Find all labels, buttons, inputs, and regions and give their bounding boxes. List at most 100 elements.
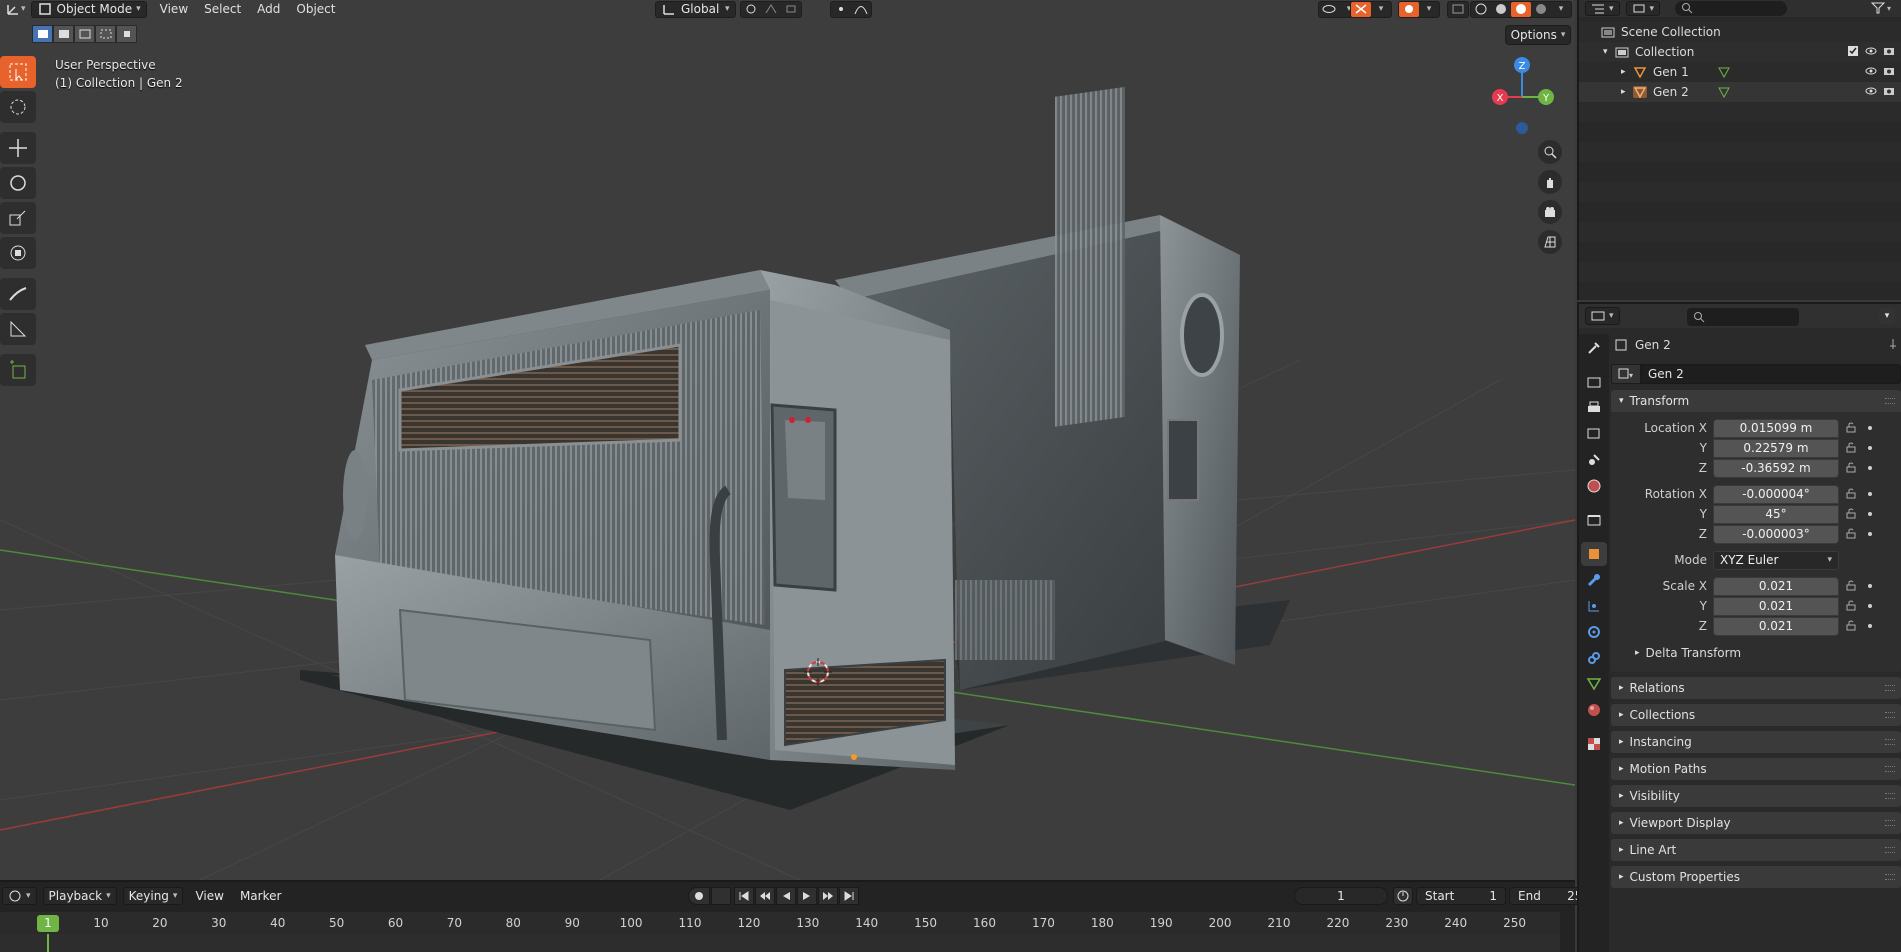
- keyframe-dot-icon[interactable]: [1868, 624, 1872, 628]
- editor-type-button[interactable]: ▾: [0, 1, 31, 18]
- object-name-input[interactable]: Gen 2: [1641, 364, 1901, 384]
- preview-range-button[interactable]: [1393, 887, 1413, 905]
- location-y-field[interactable]: 0.22579 m: [1713, 438, 1839, 458]
- keyframe-dot-icon[interactable]: [1868, 466, 1872, 470]
- checkbox-icon[interactable]: [1847, 45, 1859, 57]
- overlay-toggle-group[interactable]: ▾: [1398, 0, 1440, 18]
- tab-render[interactable]: [1581, 370, 1607, 394]
- tab-tool[interactable]: [1581, 336, 1607, 360]
- scale-y-field[interactable]: 0.021: [1713, 596, 1839, 616]
- tab-world[interactable]: [1581, 474, 1607, 498]
- eye-icon[interactable]: [1865, 85, 1877, 97]
- transform-tool[interactable]: [0, 237, 36, 269]
- panel-viewport-display[interactable]: ▸ Viewport Display: [1611, 812, 1901, 834]
- outliner-editor-type[interactable]: ▾: [1585, 1, 1620, 16]
- tab-constraints[interactable]: [1581, 646, 1607, 670]
- tab-material[interactable]: [1581, 698, 1607, 722]
- keyframe-dot-icon[interactable]: [1868, 512, 1872, 516]
- camera-view-button[interactable]: [1538, 200, 1562, 224]
- lock-icon[interactable]: [1845, 421, 1859, 435]
- record-button[interactable]: [688, 887, 710, 905]
- start-frame-field[interactable]: Start 1: [1416, 887, 1506, 905]
- select-intersect-icon[interactable]: [116, 25, 137, 43]
- jump-start-button[interactable]: [734, 887, 754, 905]
- pivot-snap-group[interactable]: [740, 0, 802, 18]
- rotation-x-field[interactable]: -0.000004°: [1713, 484, 1839, 504]
- tab-texture[interactable]: [1581, 732, 1607, 756]
- navigation-gizmo[interactable]: Z Y X: [1490, 55, 1560, 135]
- rotation-z-field[interactable]: -0.000003°: [1713, 524, 1839, 544]
- play-reverse-button[interactable]: [776, 887, 796, 905]
- tab-view-layer[interactable]: [1581, 422, 1607, 446]
- menu-view[interactable]: View: [155, 1, 193, 18]
- frame-ruler[interactable]: 1 10 20 30 40 50 60 70 80 90 100 110 120 130 140 150 16…: [0, 912, 1560, 934]
- keying-menu[interactable]: Keying ▾: [122, 887, 184, 905]
- ortho-toggle-button[interactable]: [1538, 230, 1562, 254]
- menu-add[interactable]: Add: [252, 1, 285, 18]
- camera-render-icon[interactable]: [1883, 85, 1895, 97]
- panel-motion-paths[interactable]: ▸ Motion Paths: [1611, 758, 1901, 780]
- eye-icon[interactable]: [1865, 65, 1877, 77]
- rotation-y-field[interactable]: 45°: [1713, 504, 1839, 524]
- transform-panel-header[interactable]: ▾ Transform: [1611, 390, 1901, 412]
- lock-icon[interactable]: [1845, 619, 1859, 633]
- camera-render-icon[interactable]: [1883, 65, 1895, 77]
- keying-set-button[interactable]: [711, 887, 731, 905]
- timeline-track-area[interactable]: [0, 934, 1560, 952]
- panel-instancing[interactable]: ▸ Instancing: [1611, 731, 1901, 753]
- rotation-mode-dropdown[interactable]: XYZ Euler ▾: [1713, 550, 1839, 570]
- panel-relations[interactable]: ▸ Relations: [1611, 677, 1901, 699]
- rotate-tool[interactable]: [0, 167, 36, 199]
- tree-row-collection[interactable]: ▾ Collection: [1579, 42, 1901, 62]
- tab-physics[interactable]: [1581, 620, 1607, 644]
- lock-icon[interactable]: [1845, 599, 1859, 613]
- keyframe-dot-icon[interactable]: [1868, 446, 1872, 450]
- playback-menu[interactable]: Playback ▾: [42, 887, 117, 905]
- select-extend-icon[interactable]: [53, 25, 74, 43]
- location-z-field[interactable]: -0.36592 m: [1713, 458, 1839, 478]
- panel-line-art[interactable]: ▸ Line Art: [1611, 839, 1901, 861]
- keyframe-dot-icon[interactable]: [1868, 604, 1872, 608]
- tab-modifiers[interactable]: [1581, 568, 1607, 592]
- tab-scene[interactable]: [1581, 448, 1607, 472]
- camera-render-icon[interactable]: [1883, 45, 1895, 57]
- outliner-search-input[interactable]: [1675, 1, 1787, 16]
- transform-orientation-dropdown[interactable]: Global ▾: [655, 0, 736, 18]
- options-button[interactable]: Options ▾: [1505, 25, 1571, 45]
- current-frame-marker[interactable]: 1: [37, 915, 59, 932]
- keyframe-dot-icon[interactable]: [1868, 584, 1872, 588]
- move-tool[interactable]: [0, 132, 36, 164]
- cursor-tool[interactable]: [0, 91, 36, 123]
- tab-object[interactable]: [1581, 542, 1607, 566]
- proportional-edit-group[interactable]: [830, 0, 872, 18]
- 3d-viewport[interactable]: ▾ Object Mode ▾ View Select Add Object G…: [0, 0, 1575, 880]
- tab-data[interactable]: [1581, 672, 1607, 696]
- lock-icon[interactable]: [1845, 441, 1859, 455]
- location-x-field[interactable]: 0.015099 m: [1713, 418, 1839, 438]
- select-box-tool[interactable]: [0, 56, 36, 88]
- measure-tool[interactable]: [0, 313, 36, 345]
- select-new-icon[interactable]: [32, 25, 53, 43]
- tab-collection[interactable]: [1581, 508, 1607, 532]
- lock-icon[interactable]: [1845, 487, 1859, 501]
- lock-icon[interactable]: [1845, 579, 1859, 593]
- jump-end-button[interactable]: [839, 887, 859, 905]
- pan-view-button[interactable]: [1538, 170, 1562, 194]
- annotate-tool[interactable]: [0, 278, 36, 310]
- shading-group[interactable]: [1447, 0, 1469, 18]
- panel-collections[interactable]: ▸ Collections: [1611, 704, 1901, 726]
- scale-tool[interactable]: [0, 202, 36, 234]
- properties-options-button[interactable]: ▾: [1879, 308, 1895, 324]
- next-keyframe-button[interactable]: [818, 887, 838, 905]
- tree-row-gen-1[interactable]: ▸ Gen 1: [1579, 62, 1901, 82]
- add-cube-tool[interactable]: [0, 354, 36, 386]
- filter-button[interactable]: ▾: [1870, 1, 1893, 18]
- select-subtract-icon[interactable]: [74, 25, 95, 43]
- gizmo-toggle-group[interactable]: ▾: [1350, 0, 1392, 18]
- display-mode-dropdown[interactable]: ▾: [1625, 1, 1661, 16]
- mode-dropdown[interactable]: Object Mode ▾: [30, 0, 147, 18]
- menu-object[interactable]: Object: [291, 1, 340, 18]
- current-frame-field[interactable]: 1: [1294, 887, 1388, 905]
- select-invert-icon[interactable]: [95, 25, 116, 43]
- scale-z-field[interactable]: 0.021: [1713, 616, 1839, 636]
